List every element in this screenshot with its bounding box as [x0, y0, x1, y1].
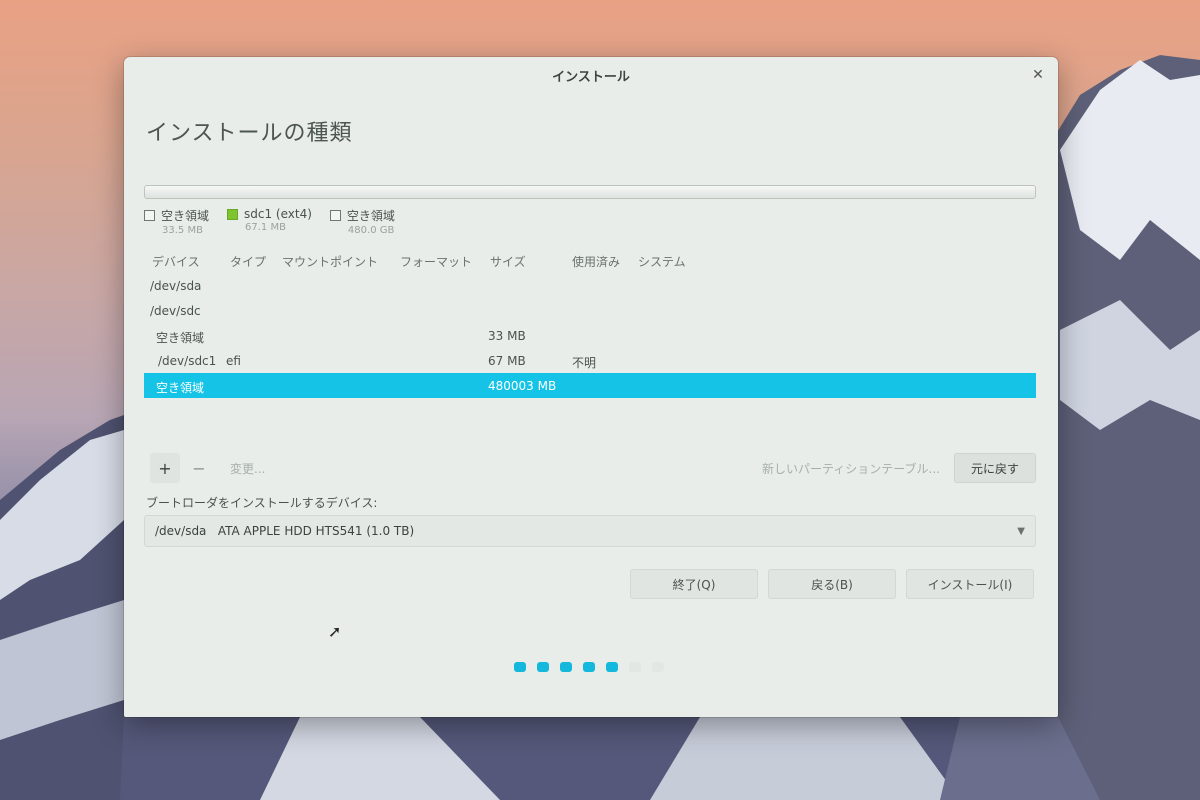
column-header-used[interactable]: 使用済み — [564, 253, 630, 270]
partition-table: デバイス タイプ マウントポイント フォーマット サイズ 使用済み システム /… — [144, 249, 1036, 398]
installer-window: インストール ✕ インストールの種類 空き領域 33.5 MB sdc1 (ex… — [124, 57, 1058, 717]
revert-button[interactable]: 元に戻す — [954, 453, 1036, 483]
column-header-type[interactable]: タイプ — [222, 253, 274, 270]
column-header-system[interactable]: システム — [630, 253, 710, 270]
install-button[interactable]: インストール(I) — [906, 569, 1034, 599]
column-header-mount[interactable]: マウントポイント — [274, 253, 392, 270]
legend-size: 480.0 GB — [347, 225, 395, 236]
bootloader-label: ブートローダをインストールするデバイス: — [146, 496, 378, 510]
partition-bar — [144, 185, 1036, 199]
table-row[interactable]: /dev/sdc1 efi 67 MB 不明 — [144, 348, 1036, 373]
column-header-size[interactable]: サイズ — [482, 253, 564, 270]
cell-device: 空き領域 — [156, 381, 205, 395]
step-progress-indicator — [514, 662, 664, 672]
step-dot — [606, 662, 618, 672]
legend-item: 空き領域 480.0 GB — [329, 207, 395, 236]
table-row-selected[interactable]: 空き領域 480003 MB — [144, 373, 1036, 398]
cell-device: /dev/sda — [150, 279, 202, 293]
dropdown-arrow-icon: ▼ — [1017, 526, 1025, 537]
table-row[interactable]: /dev/sdc — [144, 298, 1036, 323]
quit-button[interactable]: 終了(Q) — [630, 569, 758, 599]
legend-label: sdc1 (ext4) — [244, 207, 312, 221]
step-dot — [629, 662, 641, 672]
legend-size: 67.1 MB — [245, 222, 286, 233]
legend-item: 空き領域 33.5 MB — [144, 207, 209, 236]
table-row[interactable]: 空き領域 33 MB — [144, 323, 1036, 348]
legend-swatch — [144, 210, 155, 221]
cell-size: 480003 MB — [488, 379, 557, 393]
title-bar: インストール ✕ — [124, 57, 1058, 93]
back-button[interactable]: 戻る(B) — [768, 569, 896, 599]
legend-label: 空き領域 — [346, 209, 395, 223]
remove-partition-button[interactable]: − — [184, 453, 214, 483]
step-dot — [652, 662, 664, 672]
cell-size: 67 MB — [488, 354, 526, 368]
cell-used: 不明 — [572, 356, 597, 370]
bootloader-device-select[interactable]: /dev/sda ATA APPLE HDD HTS541 (1.0 TB) ▼ — [144, 515, 1036, 547]
new-partition-table-button[interactable]: 新しいパーティションテーブル... — [762, 453, 940, 483]
partition-toolbar: + − 変更... 新しいパーティションテーブル... 元に戻す — [144, 453, 1036, 483]
table-row[interactable]: /dev/sda — [144, 273, 1036, 298]
legend-swatch — [227, 208, 239, 220]
step-dot — [514, 662, 526, 672]
bootloader-device-value: /dev/sda ATA APPLE HDD HTS541 (1.0 TB) — [155, 524, 415, 538]
legend-item: sdc1 (ext4) 67.1 MB — [227, 207, 312, 236]
cell-device: /dev/sdc1 — [158, 354, 217, 368]
legend-swatch — [329, 210, 341, 221]
legend-label: 空き領域 — [161, 209, 210, 223]
step-dot — [537, 662, 549, 672]
step-dot — [560, 662, 572, 672]
legend-size: 33.5 MB — [162, 225, 203, 236]
change-partition-button[interactable]: 変更... — [230, 453, 265, 483]
close-icon[interactable]: ✕ — [1030, 67, 1046, 83]
cell-device: 空き領域 — [156, 331, 205, 345]
step-dot — [583, 662, 595, 672]
partition-legend: 空き領域 33.5 MB sdc1 (ext4) 67.1 MB 空き領域 48… — [144, 207, 395, 236]
add-partition-button[interactable]: + — [150, 453, 180, 483]
mouse-cursor-icon: ➚ — [328, 622, 342, 641]
column-header-format[interactable]: フォーマット — [392, 253, 482, 270]
page-title: インストールの種類 — [146, 121, 353, 146]
cell-type: efi — [226, 354, 241, 368]
cell-size: 33 MB — [488, 329, 526, 343]
table-header: デバイス タイプ マウントポイント フォーマット サイズ 使用済み システム — [144, 249, 1036, 273]
window-title: インストール — [552, 69, 630, 85]
cell-device: /dev/sdc — [150, 304, 201, 318]
column-header-device[interactable]: デバイス — [144, 253, 222, 270]
